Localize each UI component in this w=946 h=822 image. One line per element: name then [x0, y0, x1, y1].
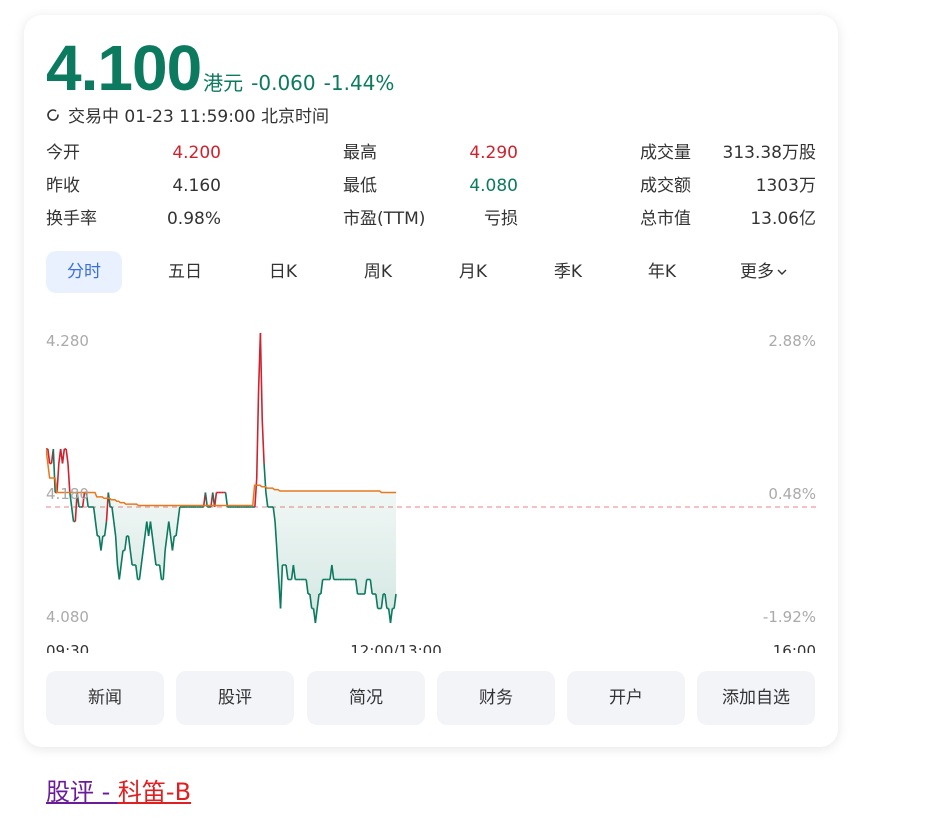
- stat-open: 今开 4.200: [46, 143, 221, 163]
- stat-low: 最低 4.080: [343, 176, 518, 196]
- quote-card: 4.100 港元 -0.060 -1.44% 交易中 01-23 11:59:00 北…: [24, 15, 838, 747]
- price-change: -0.060: [251, 71, 316, 95]
- tab-more-label: 更多: [740, 262, 774, 282]
- price-line-segment: [261, 419, 265, 464]
- y-axis-tick-right: -1.92%: [763, 608, 816, 626]
- intraday-chart-svg: 4.280 4.180 4.080 2.88% 0.48% -1.92% 09:30 12:0…: [46, 332, 816, 653]
- stat-high: 最高 4.290: [343, 143, 518, 163]
- x-axis-tick: 09:30: [46, 642, 89, 653]
- reviews-button[interactable]: 股评: [176, 671, 294, 725]
- stats-grid: 今开 4.200 最高 4.290 成交量 313.38万股 昨收 4.160 最低 4.…: [46, 140, 816, 239]
- y-axis-tick-left: 4.180: [46, 485, 89, 503]
- stats-row: 昨收 4.160 最低 4.080 成交额 1303万: [46, 173, 816, 206]
- x-axis-tick: 12:00/13:00: [350, 642, 442, 653]
- stat-turnover-rate: 换手率 0.98%: [46, 209, 221, 229]
- financials-button[interactable]: 财务: [437, 671, 555, 725]
- status-text: 交易中 01-23 11:59:00 北京时间: [68, 107, 329, 127]
- chart-tabs: 分时 五日 日K 周K 月K 季K 年K 更多: [46, 251, 816, 293]
- price-line-segment: [263, 463, 267, 493]
- tab-five-day[interactable]: 五日: [147, 251, 223, 293]
- tab-more[interactable]: 更多: [726, 251, 802, 293]
- price-line-segment: [61, 448, 66, 464]
- stats-row: 今开 4.200 最高 4.290 成交量 313.38万股: [46, 140, 816, 173]
- price-line-segment: [254, 477, 258, 508]
- stat-volume: 成交量 313.38万股: [640, 143, 816, 163]
- tab-yearly-k[interactable]: 年K: [624, 251, 700, 293]
- stat-turnover: 成交额 1303万: [640, 176, 816, 196]
- stock-review-link[interactable]: 股评 - 科笛-B: [46, 772, 191, 807]
- price-change-pct: -1.44%: [323, 71, 395, 95]
- chevron-down-icon: [777, 269, 787, 275]
- add-watchlist-button[interactable]: 添加自选: [697, 671, 815, 725]
- y-axis-tick-right: 0.48%: [768, 485, 816, 503]
- price-line-segment: [255, 390, 260, 479]
- stat-prev-close: 昨收 4.160: [46, 176, 221, 196]
- tab-intraday[interactable]: 分时: [46, 251, 122, 293]
- price-line-segment: [105, 492, 110, 522]
- price-line-segment: [65, 448, 69, 464]
- refresh-icon: [47, 108, 59, 121]
- y-axis-tick-right: 2.88%: [768, 332, 816, 350]
- action-buttons: 新闻 股评 简况 财务 开户 添加自选: [46, 671, 816, 725]
- news-button[interactable]: 新闻: [46, 671, 164, 725]
- price-line-segment: [107, 492, 111, 508]
- stat-market-cap: 总市值 13.06亿: [640, 209, 816, 229]
- y-axis-tick-left: 4.280: [46, 332, 89, 350]
- tab-weekly-k[interactable]: 周K: [340, 251, 416, 293]
- link-stock-name: 科笛-B: [117, 778, 192, 806]
- tab-daily-k[interactable]: 日K: [245, 251, 321, 293]
- profile-button[interactable]: 简况: [307, 671, 425, 725]
- link-prefix: 股评 -: [46, 778, 118, 806]
- stats-row: 换手率 0.98% 市盈(TTM) 亏损 总市值 13.06亿: [46, 206, 816, 239]
- stat-pe-ttm: 市盈(TTM) 亏损: [343, 209, 518, 229]
- y-axis-tick-left: 4.080: [46, 608, 89, 626]
- x-axis-tick: 16:00: [773, 642, 816, 653]
- price-line-segment: [259, 332, 264, 421]
- trading-status: 交易中 01-23 11:59:00 北京时间: [46, 102, 329, 127]
- open-account-button[interactable]: 开户: [567, 671, 685, 725]
- currency: 港元: [203, 71, 244, 95]
- price-row: 4.100 港元 -0.060 -1.44%: [46, 36, 395, 100]
- intraday-chart: 4.280 4.180 4.080 2.88% 0.48% -1.92% 09:30 12:0…: [46, 313, 816, 653]
- tab-quarterly-k[interactable]: 季K: [530, 251, 606, 293]
- tab-monthly-k[interactable]: 月K: [435, 251, 511, 293]
- current-price: 4.100: [46, 32, 202, 104]
